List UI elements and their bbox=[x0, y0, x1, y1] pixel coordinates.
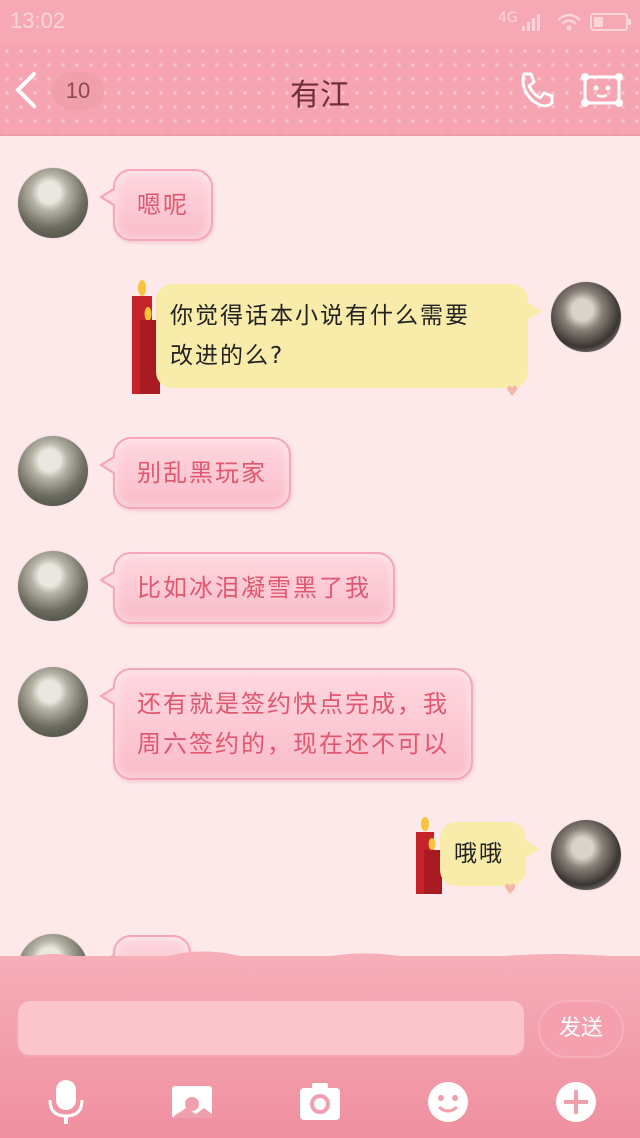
contact-avatar[interactable] bbox=[18, 168, 88, 238]
message-text: 你觉得话本小说有什么需要 bbox=[170, 303, 470, 329]
picture-icon[interactable] bbox=[170, 1078, 214, 1126]
wifi-icon bbox=[557, 13, 581, 31]
message-text: 周六签约的，现在还不可以 bbox=[137, 730, 449, 758]
status-bar: 13:02 4G bbox=[0, 0, 640, 44]
heart-icon: ♥ bbox=[506, 384, 521, 400]
message-bubble-outgoing[interactable]: 哦哦 ♥ bbox=[440, 822, 540, 898]
status-time: 13:02 bbox=[10, 8, 66, 33]
battery-icon bbox=[590, 13, 631, 31]
network-label: 4G bbox=[498, 10, 518, 26]
signal-icon bbox=[522, 14, 540, 31]
camera-icon[interactable] bbox=[298, 1078, 342, 1126]
message-text: 比如冰泪凝雪黑了我 bbox=[137, 574, 371, 602]
heart-icon: ♥ bbox=[504, 882, 519, 898]
message-bubble-outgoing[interactable]: 你觉得话本小说有什么需要 改进的么? ♥ bbox=[156, 284, 542, 400]
emoji-icon[interactable] bbox=[426, 1078, 470, 1126]
profile-menu-icon[interactable] bbox=[580, 68, 624, 112]
plus-icon[interactable] bbox=[554, 1078, 598, 1126]
message-bubble-incoming[interactable]: 别乱黑玩家 bbox=[99, 437, 291, 509]
message-bubble-incoming[interactable]: 还有就是签约快点完成，我 周六签约的，现在还不可以 bbox=[99, 668, 473, 780]
message-list[interactable]: 嗯呢 你觉得话本小说有什么需要 改进的么? ♥ 别乱黑玩家 比如冰泪凝雪黑了我 … bbox=[0, 136, 640, 956]
send-button[interactable]: 发送 bbox=[538, 1000, 624, 1058]
contact-avatar[interactable] bbox=[18, 436, 88, 506]
chat-header: 10 有江 bbox=[0, 44, 640, 136]
message-bubble-incoming[interactable]: 嗯呢 bbox=[99, 169, 213, 241]
message-input[interactable] bbox=[16, 999, 526, 1057]
contact-avatar[interactable] bbox=[18, 667, 88, 737]
mic-icon[interactable] bbox=[44, 1078, 88, 1126]
my-avatar[interactable] bbox=[551, 820, 621, 890]
contact-avatar[interactable] bbox=[18, 551, 88, 621]
message-text: 别乱黑玩家 bbox=[137, 459, 267, 487]
message-bubble-incoming[interactable]: 比如冰泪凝雪黑了我 bbox=[99, 552, 395, 624]
my-avatar[interactable] bbox=[551, 282, 621, 352]
message-text: 改进的么? bbox=[170, 343, 285, 369]
message-text: 嗯呢 bbox=[137, 191, 189, 219]
message-text: 还有就是签约快点完成，我 bbox=[137, 690, 449, 718]
phone-icon[interactable] bbox=[514, 68, 558, 112]
message-text: 哦哦 bbox=[454, 841, 504, 867]
